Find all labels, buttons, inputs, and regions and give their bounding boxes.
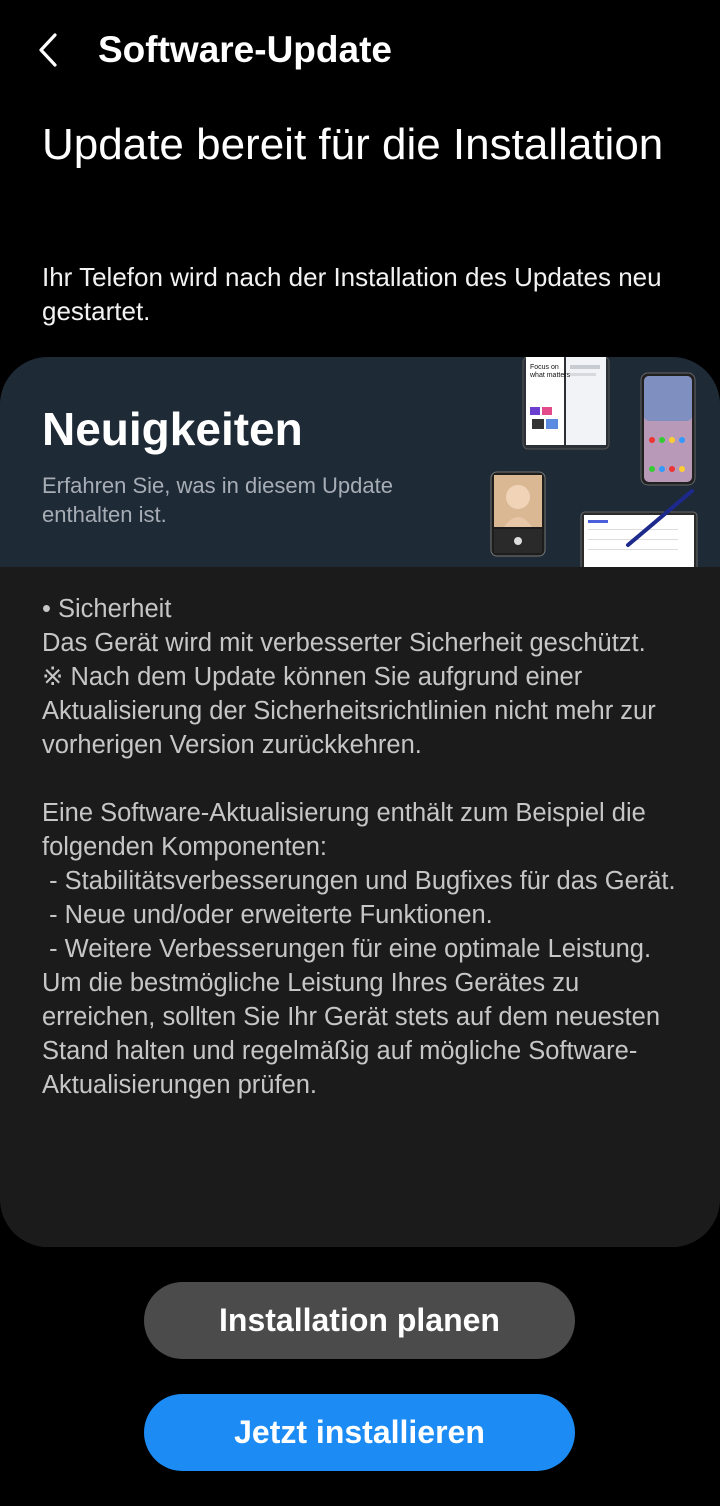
- changelog-line: - Stabilitätsverbesserungen und Bugfixes…: [42, 867, 676, 895]
- tablet-device-image: Focus on what matters: [522, 357, 610, 450]
- news-banner: Neuigkeiten Erfahren Sie, was in diesem …: [0, 357, 720, 567]
- page-title: Software-Update: [98, 29, 392, 70]
- chevron-left-icon: [39, 33, 57, 67]
- changelog-line: Das Gerät wird mit verbesserter Sicherhe…: [42, 629, 646, 657]
- card-scroll-fade: [0, 1217, 720, 1247]
- devices-illustration: Focus on what matters: [490, 357, 698, 567]
- changelog-line: Um die bestmögliche Leistung Ihres Gerät…: [42, 969, 668, 1099]
- changelog-line: ※ Nach dem Update können Sie aufgrund ei…: [42, 663, 663, 759]
- changelog-line: Eine Software-Aktualisierung enthält zum…: [42, 799, 653, 861]
- update-headline: Update bereit für die Installation: [42, 120, 664, 169]
- install-now-button[interactable]: Jetzt installieren: [144, 1394, 575, 1471]
- back-button[interactable]: [28, 26, 68, 74]
- changelog-blank-line: [42, 762, 692, 796]
- changelog-line: - Weitere Verbesserungen für eine optima…: [42, 935, 652, 963]
- news-subtitle: Erfahren Sie, was in diesem Update entha…: [42, 473, 393, 527]
- changelog-line: - Neue und/oder erweiterte Funktionen.: [42, 901, 493, 929]
- schedule-installation-button[interactable]: Installation planen: [144, 1282, 575, 1359]
- restart-notice: Ihr Telefon wird nach der Installation d…: [42, 262, 662, 326]
- phone-device-image: [640, 372, 696, 486]
- art-text-line-1: Focus on: [530, 364, 559, 371]
- news-card[interactable]: Neuigkeiten Erfahren Sie, was in diesem …: [0, 357, 720, 1247]
- news-title: Neuigkeiten: [42, 403, 303, 455]
- note-tablet-device-image: [580, 489, 698, 567]
- changelog-text: • Sicherheit Das Gerät wird mit verbesse…: [42, 592, 692, 1102]
- changelog-line: • Sicherheit: [42, 595, 172, 623]
- art-text-line-2: what matters: [529, 372, 571, 379]
- app-header: Software-Update: [0, 0, 720, 100]
- flip-phone-device-image: [490, 471, 546, 557]
